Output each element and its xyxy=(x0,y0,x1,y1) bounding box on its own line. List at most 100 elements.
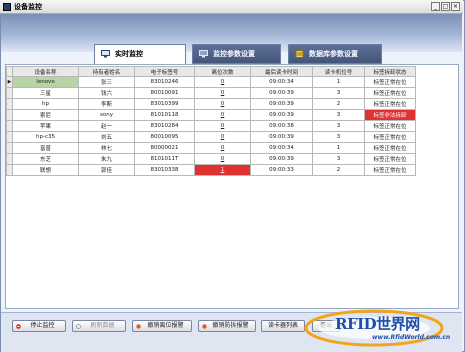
tag-status-cell[interactable]: 标签正常在位 xyxy=(364,164,416,176)
maximize-button[interactable]: □ xyxy=(441,2,450,11)
owner-name-cell[interactable]: sony xyxy=(78,109,135,121)
reader-list-button[interactable]: 读卡器列表 xyxy=(261,320,305,332)
reader-number-cell[interactable]: 3 xyxy=(312,131,365,143)
device-name-cell[interactable]: 苹果 xyxy=(12,120,79,132)
refresh-icon xyxy=(76,324,81,329)
table-row[interactable]: hp 李斯 83010399 0 09:00:39 2 标签正常在位 xyxy=(6,98,416,110)
reader-number-cell[interactable]: 3 xyxy=(312,120,365,132)
tag-status-cell[interactable]: 标签正常在位 xyxy=(364,120,416,132)
tag-number-cell[interactable]: 8101011T xyxy=(134,153,195,165)
owner-name-cell[interactable]: 钱六 xyxy=(78,87,135,99)
button-label: 停止监控 xyxy=(30,322,55,329)
refresh-data-button[interactable]: 刷新数据 xyxy=(72,320,126,332)
off-position-count-cell[interactable]: 0 xyxy=(194,120,251,132)
table-row[interactable]: 东芝 朱九 8101011T 0 09:00:39 3 标签正常在位 xyxy=(6,153,416,165)
column-header[interactable]: 标签拆卸状态 xyxy=(364,66,416,77)
reader-number-cell[interactable]: 2 xyxy=(312,164,365,176)
off-position-count-cell[interactable]: 0 xyxy=(194,87,251,99)
off-position-count-cell[interactable]: 1 xyxy=(194,164,251,176)
tab-label: 数据库参数设置 xyxy=(309,50,358,58)
column-header[interactable]: 最后读卡时间 xyxy=(250,66,313,77)
table-row[interactable]: hp-c35 刘五 80010095 0 09:00:39 3 标签正常在位 xyxy=(6,131,416,143)
device-name-cell[interactable]: lenovo xyxy=(12,76,79,88)
owner-name-cell[interactable]: 郭佳 xyxy=(78,164,135,176)
column-header[interactable]: 读卡机位号 xyxy=(312,66,365,77)
device-table[interactable]: 设备名称 持有者姓名 电子标签号 离位次数 最后读卡时间 读卡机位号 标签拆卸状… xyxy=(6,66,416,176)
tag-status-cell[interactable]: 标签正常在位 xyxy=(364,131,416,143)
minimize-button[interactable]: _ xyxy=(431,2,440,11)
last-read-time-cell[interactable]: 09:00:33 xyxy=(250,164,313,176)
owner-name-cell[interactable]: 赵一 xyxy=(78,120,135,132)
owner-name-cell[interactable]: 刘五 xyxy=(78,131,135,143)
reader-number-cell[interactable]: 2 xyxy=(312,98,365,110)
title-bar[interactable]: 设备监控 _ □ × xyxy=(0,0,463,14)
device-name-cell[interactable]: hp xyxy=(12,98,79,110)
off-position-count-cell[interactable]: 0 xyxy=(194,142,251,154)
tag-status-cell[interactable]: 标签正常在位 xyxy=(364,76,416,88)
table-row[interactable]: 三星 钱六 80010091 0 09:00:39 3 标签正常在位 xyxy=(6,87,416,99)
table-header-row: 设备名称 持有者姓名 电子标签号 离位次数 最后读卡时间 读卡机位号 标签拆卸状… xyxy=(6,66,416,77)
tab-database-settings[interactable]: 数据库参数设置 xyxy=(288,44,382,64)
tag-number-cell[interactable]: 83010246 xyxy=(134,76,195,88)
tag-number-cell[interactable]: 80010095 xyxy=(134,131,195,143)
table-row[interactable]: 富普 林七 80000021 0 09:00:34 1 标签正常在位 xyxy=(6,142,416,154)
tag-number-cell[interactable]: 83010284 xyxy=(134,120,195,132)
app-icon xyxy=(3,3,11,11)
last-read-time-cell[interactable]: 09:00:39 xyxy=(250,109,313,121)
column-header[interactable]: 电子标签号 xyxy=(134,66,195,77)
column-header[interactable]: 持有者姓名 xyxy=(78,66,135,77)
stop-monitor-button[interactable]: 停止监控 xyxy=(12,320,66,332)
last-read-time-cell[interactable]: 09:00:39 xyxy=(250,153,313,165)
device-name-cell[interactable]: 联想 xyxy=(12,164,79,176)
device-name-cell[interactable]: hp-c35 xyxy=(12,131,79,143)
table-row[interactable]: 苹果 赵一 83010284 0 09:00:38 3 标签正常在位 xyxy=(6,120,416,132)
off-position-count-cell[interactable]: 0 xyxy=(194,153,251,165)
owner-name-cell[interactable]: 朱九 xyxy=(78,153,135,165)
device-name-cell[interactable]: 富普 xyxy=(12,142,79,154)
off-position-count-cell[interactable]: 0 xyxy=(194,76,251,88)
tag-number-cell[interactable]: 83010338 xyxy=(134,164,195,176)
table-row[interactable]: 索尼 sony 81010118 0 09:00:39 3 标签非法拆卸 xyxy=(6,109,416,121)
device-name-cell[interactable]: 索尼 xyxy=(12,109,79,121)
last-read-time-cell[interactable]: 09:00:34 xyxy=(250,142,313,154)
tab-monitor-settings[interactable]: 监控参数设置 xyxy=(192,44,281,64)
last-read-time-cell[interactable]: 09:00:39 xyxy=(250,98,313,110)
reader-number-cell[interactable]: 3 xyxy=(312,87,365,99)
tag-status-cell[interactable]: 标签正常在位 xyxy=(364,87,416,99)
tag-number-cell[interactable]: 83010399 xyxy=(134,98,195,110)
table-row[interactable]: ▶ lenovo 张三 83010246 0 09:00:34 1 标签正常在位 xyxy=(6,76,416,88)
last-read-time-cell[interactable]: 09:00:39 xyxy=(250,131,313,143)
cancel-anti-removal-alarm-button[interactable]: 撤销防拆报警 xyxy=(198,320,256,332)
tag-status-cell[interactable]: 标签正常在位 xyxy=(364,98,416,110)
off-position-count-cell[interactable]: 0 xyxy=(194,109,251,121)
button-label: 撤销离位报警 xyxy=(147,322,184,329)
last-read-time-cell[interactable]: 09:00:39 xyxy=(250,87,313,99)
cancel-off-position-alarm-button[interactable]: 撤销离位报警 xyxy=(132,320,192,332)
device-name-cell[interactable]: 三星 xyxy=(12,87,79,99)
off-position-count-cell[interactable]: 0 xyxy=(194,98,251,110)
tag-number-cell[interactable]: 81010118 xyxy=(134,109,195,121)
last-read-time-cell[interactable]: 09:00:34 xyxy=(250,76,313,88)
column-header[interactable]: 设备名称 xyxy=(12,66,79,77)
tag-number-cell[interactable]: 80010091 xyxy=(134,87,195,99)
tag-status-cell[interactable]: 标签正常在位 xyxy=(364,142,416,154)
tag-status-cell[interactable]: 标签正常在位 xyxy=(364,153,416,165)
reader-number-cell[interactable]: 3 xyxy=(312,153,365,165)
owner-name-cell[interactable]: 林七 xyxy=(78,142,135,154)
owner-name-cell[interactable]: 李斯 xyxy=(78,98,135,110)
reader-number-cell[interactable]: 3 xyxy=(312,109,365,121)
tab-label: 实时监控 xyxy=(115,50,143,58)
reader-number-cell[interactable]: 1 xyxy=(312,142,365,154)
owner-name-cell[interactable]: 张三 xyxy=(78,76,135,88)
off-position-count-cell[interactable]: 0 xyxy=(194,131,251,143)
tag-status-cell[interactable]: 标签非法拆卸 xyxy=(364,109,416,121)
close-button[interactable]: × xyxy=(451,2,460,11)
tab-realtime-monitor[interactable]: 实时监控 xyxy=(94,44,186,65)
reader-number-cell[interactable]: 1 xyxy=(312,76,365,88)
last-read-time-cell[interactable]: 09:00:38 xyxy=(250,120,313,132)
table-row[interactable]: 联想 郭佳 83010338 1 09:00:33 2 标签正常在位 xyxy=(6,164,416,176)
tag-number-cell[interactable]: 80000021 xyxy=(134,142,195,154)
database-icon xyxy=(295,50,304,58)
column-header[interactable]: 离位次数 xyxy=(194,66,251,77)
device-name-cell[interactable]: 东芝 xyxy=(12,153,79,165)
